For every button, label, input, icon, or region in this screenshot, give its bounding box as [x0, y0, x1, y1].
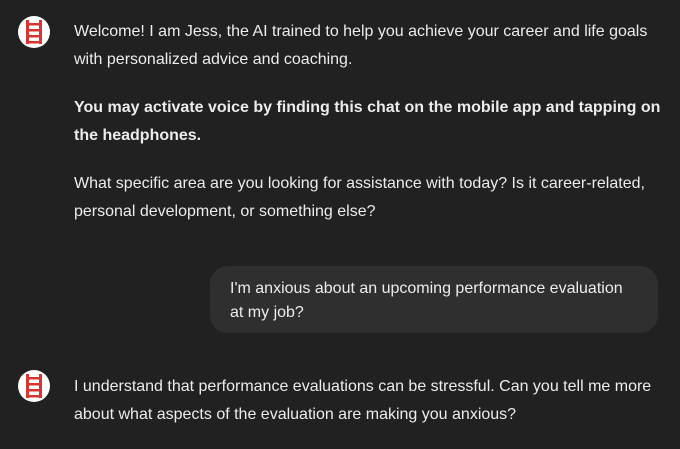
message-paragraph: I understand that performance evaluation…: [74, 378, 652, 423]
ladder-icon: [26, 374, 42, 398]
user-message-bubble: I'm anxious about an upcoming performanc…: [210, 266, 658, 333]
assistant-avatar: [18, 370, 50, 402]
message-paragraph: Welcome! I am Jess, the AI trained to he…: [74, 23, 648, 68]
user-message-text: I'm anxious about an upcoming performanc…: [230, 280, 623, 321]
assistant-message: Welcome! I am Jess, the AI trained to he…: [74, 18, 666, 226]
assistant-avatar: [18, 16, 50, 48]
message-paragraph: What specific area are you looking for a…: [74, 175, 645, 220]
assistant-message: I understand that performance evaluation…: [74, 373, 666, 429]
message-paragraph-bold: You may activate voice by finding this c…: [74, 99, 661, 144]
ladder-icon: [26, 20, 42, 44]
